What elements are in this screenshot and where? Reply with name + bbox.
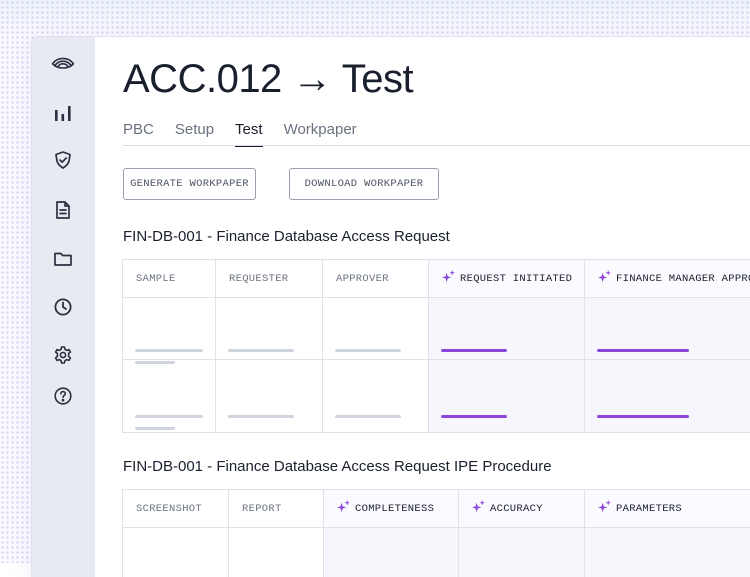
download-workpaper-button[interactable]: DOWNLOAD WORKPAPER — [289, 168, 439, 200]
column-header[interactable]: APPROVER — [323, 260, 429, 298]
column-header-label: PARAMETERS — [616, 503, 682, 515]
tab-setup[interactable]: Setup — [175, 121, 214, 147]
sparkle-icon — [598, 500, 611, 513]
sparkle-icon — [337, 500, 350, 513]
page-title: ACC.012 → Test — [123, 57, 413, 102]
placeholder-bar — [135, 349, 203, 352]
placeholder-bar — [228, 415, 294, 418]
column-header-label: COMPLETENESS — [355, 503, 434, 515]
folder-icon[interactable] — [51, 247, 75, 271]
gear-icon[interactable] — [51, 343, 75, 367]
eye-logo-icon[interactable] — [51, 51, 75, 75]
document-icon[interactable] — [51, 198, 75, 222]
section-title-ipe-procedure: FIN-DB-001 - Finance Database Access Req… — [123, 458, 552, 475]
column-header-ai[interactable]: REQUEST INITIATED — [429, 260, 585, 298]
main-content: ACC.012 → Test PBC Setup Test Workpaper … — [95, 37, 750, 577]
placeholder-bar — [135, 361, 175, 364]
shield-check-icon[interactable] — [51, 148, 75, 172]
tab-bar: PBC Setup Test Workpaper — [123, 121, 378, 147]
tab-test[interactable]: Test — [235, 121, 263, 147]
table-row[interactable] — [123, 298, 750, 360]
table-row[interactable] — [123, 360, 750, 433]
app-window: ACC.012 → Test PBC Setup Test Workpaper … — [32, 37, 750, 577]
ai-result-bar — [597, 415, 689, 418]
tab-pbc[interactable]: PBC — [123, 121, 154, 147]
column-header-label: ACCURACY — [490, 503, 543, 515]
column-header[interactable]: REPORT — [229, 490, 324, 528]
bar-chart-icon[interactable] — [51, 101, 75, 125]
ai-result-bar — [441, 415, 507, 418]
column-header-ai[interactable]: ACCURACY — [459, 490, 585, 528]
column-header-ai[interactable]: COMPLETENESS — [324, 490, 459, 528]
column-header-label: REQUEST INITIATED — [460, 273, 572, 285]
table-header-row: SCREENSHOT REPORT COMPLETENESS ACCURACY … — [123, 490, 750, 528]
sparkle-icon — [472, 500, 485, 513]
sidebar — [32, 37, 95, 577]
column-header[interactable]: SCREENSHOT — [123, 490, 229, 528]
section-title-access-request: FIN-DB-001 - Finance Database Access Req… — [123, 228, 450, 245]
column-header[interactable]: SAMPLE — [123, 260, 216, 298]
table-header-row: SAMPLE REQUESTER APPROVER REQUEST INITIA… — [123, 260, 750, 298]
placeholder-bar — [228, 349, 294, 352]
ai-result-bar — [441, 349, 507, 352]
ipe-procedure-table: SCREENSHOT REPORT COMPLETENESS ACCURACY … — [122, 489, 750, 577]
sparkle-icon — [598, 270, 611, 283]
ai-result-bar — [597, 349, 689, 352]
generate-workpaper-button[interactable]: GENERATE WORKPAPER — [123, 168, 256, 200]
tabs-divider — [123, 145, 750, 146]
placeholder-bar — [135, 427, 175, 430]
placeholder-bar — [335, 415, 401, 418]
access-request-table: SAMPLE REQUESTER APPROVER REQUEST INITIA… — [122, 259, 750, 433]
placeholder-bar — [135, 415, 203, 418]
tab-workpaper[interactable]: Workpaper — [284, 121, 357, 147]
sparkle-icon — [442, 270, 455, 283]
column-header-ai[interactable]: FINANCE MANAGER APPROVAL — [585, 260, 750, 298]
clock-icon[interactable] — [51, 295, 75, 319]
column-header-ai[interactable]: PARAMETERS — [585, 490, 750, 528]
column-header-label: FINANCE MANAGER APPROVAL — [616, 273, 750, 285]
placeholder-bar — [335, 349, 401, 352]
table-row[interactable] — [123, 528, 750, 577]
column-header[interactable]: REQUESTER — [216, 260, 323, 298]
help-icon[interactable] — [51, 384, 75, 408]
